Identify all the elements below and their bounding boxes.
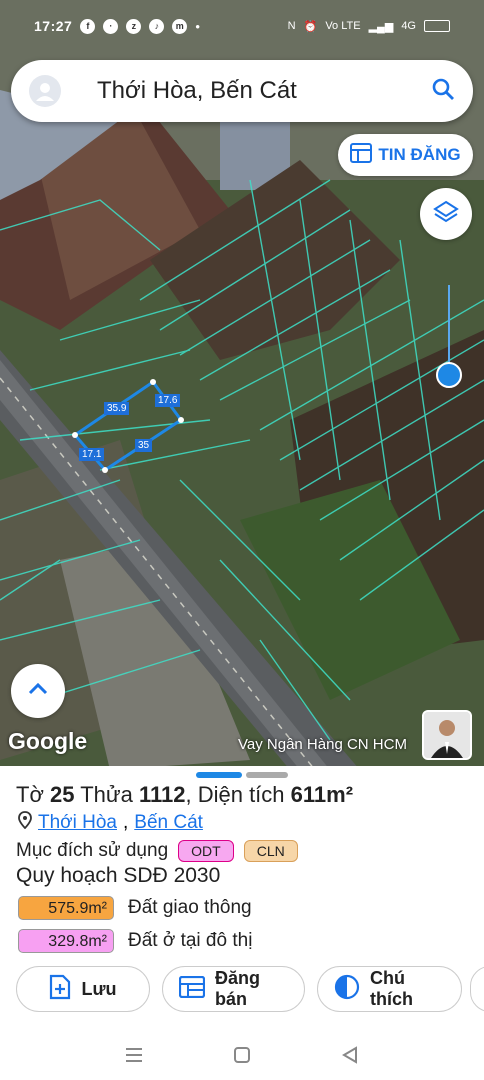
status-time: 17:27 xyxy=(34,18,73,34)
add-file-icon xyxy=(49,974,71,1005)
plan-title: Quy hoạch SDĐ 2030 xyxy=(16,864,221,887)
sheet-handle[interactable] xyxy=(246,772,288,778)
system-nav-bar xyxy=(0,1034,484,1080)
messenger-icon: m xyxy=(172,18,188,34)
layers-icon xyxy=(433,199,459,230)
list-for-sale-label: Đăng bán xyxy=(215,968,260,1009)
dimension-top: 35.9 xyxy=(104,402,130,415)
screen: 35.9 17.6 35 17.1 17:27 f · z ♪ m • N ⏰ … xyxy=(0,0,484,1080)
back-nav-icon[interactable] xyxy=(341,1045,359,1069)
post-listing-button[interactable]: TIN ĐĂNG xyxy=(338,134,473,176)
plan-area-traffic: 575.9m² xyxy=(18,896,114,920)
legend-label: Chú thích xyxy=(370,968,413,1009)
plan-row-traffic: 575.9m² Đất giao thông xyxy=(18,896,252,920)
search-query[interactable]: Thới Hòa, Bến Cát xyxy=(97,77,297,105)
purpose-label: Mục đích sử dụng xyxy=(16,840,169,861)
dimension-left: 17.1 xyxy=(79,448,105,461)
land-use-purpose: Mục đích sử dụng ODT CLN xyxy=(16,840,298,862)
title-prefix: Tờ xyxy=(16,782,44,807)
area-value: 611m² xyxy=(290,782,354,807)
sheet-number: 25 xyxy=(50,782,75,807)
dimension-bottom: 35 xyxy=(135,439,153,452)
expand-sheet-button[interactable] xyxy=(11,664,65,718)
save-label: Lưu xyxy=(81,978,117,999)
plan-row-urban: 329.8m² Đất ở tại đô thị xyxy=(18,929,252,953)
location-pin-icon xyxy=(18,811,32,835)
nfc-icon: N xyxy=(287,20,296,32)
signal-icon: ▂▄▆ xyxy=(368,20,394,33)
menu-nav-icon[interactable] xyxy=(125,1047,143,1068)
layers-button[interactable] xyxy=(420,188,472,240)
facebook-icon: f xyxy=(80,18,96,34)
ad-banner-text[interactable]: Vay Ngân Hàng CN HCM xyxy=(238,736,407,753)
volte-label: Vo LTE xyxy=(325,20,361,32)
status-bar: 17:27 f · z ♪ m • N ⏰ Vo LTE ▂▄▆ 4G xyxy=(0,0,484,52)
search-bar[interactable]: Thới Hòa, Bến Cát xyxy=(11,60,473,122)
parcel-address: Thới Hòa, Bến Cát xyxy=(18,811,203,835)
google-logo: Google xyxy=(8,728,88,754)
purpose-chip-odt: ODT xyxy=(178,840,234,862)
legend-button[interactable]: Chú thích xyxy=(317,966,462,1012)
search-icon[interactable] xyxy=(431,77,455,106)
address-separator: , xyxy=(123,812,129,833)
district-link[interactable]: Bến Cát xyxy=(134,812,203,834)
purpose-chip-cln: CLN xyxy=(243,840,298,862)
network-label: 4G xyxy=(401,20,416,32)
battery-icon xyxy=(424,20,450,32)
app-icon: · xyxy=(103,18,119,34)
area-word: , Diện tích xyxy=(185,782,285,807)
satellite-map[interactable]: 35.9 17.6 35 17.1 17:27 f · z ♪ m • N ⏰ … xyxy=(0,0,484,770)
plot-number: 1112 xyxy=(138,782,186,807)
action-bar: Lưu Đăng bán Chú thích xyxy=(16,966,462,1012)
sheet-handle-active[interactable] xyxy=(196,772,242,778)
zalo-icon: z xyxy=(126,18,142,34)
post-listing-label: TIN ĐĂNG xyxy=(378,145,461,164)
list-board-icon xyxy=(178,975,206,1003)
chevron-up-icon xyxy=(27,682,49,701)
listing-icon xyxy=(350,142,373,168)
tiktok-icon: ♪ xyxy=(149,18,165,34)
alarm-icon: ⏰ xyxy=(303,20,318,33)
agent-avatar[interactable] xyxy=(422,710,472,760)
plan-area-urban: 329.8m² xyxy=(18,929,114,953)
plan-label-traffic: Đất giao thông xyxy=(128,897,252,918)
half-circle-icon xyxy=(334,974,360,1005)
dot-icon: • xyxy=(195,18,200,34)
avatar-icon[interactable] xyxy=(29,75,61,107)
parcel-title: Tờ 25 Thửa 1112, Diện tích 611m² xyxy=(16,782,353,808)
plan-label-urban: Đất ở tại đô thị xyxy=(128,930,253,951)
ward-link[interactable]: Thới Hòa xyxy=(38,812,117,834)
plot-word: Thửa xyxy=(80,782,133,807)
current-location-marker[interactable] xyxy=(436,362,462,388)
save-button[interactable]: Lưu xyxy=(16,966,150,1012)
home-nav-icon[interactable] xyxy=(233,1046,251,1069)
list-for-sale-button[interactable]: Đăng bán xyxy=(162,966,305,1012)
dimension-right: 17.6 xyxy=(155,394,181,407)
